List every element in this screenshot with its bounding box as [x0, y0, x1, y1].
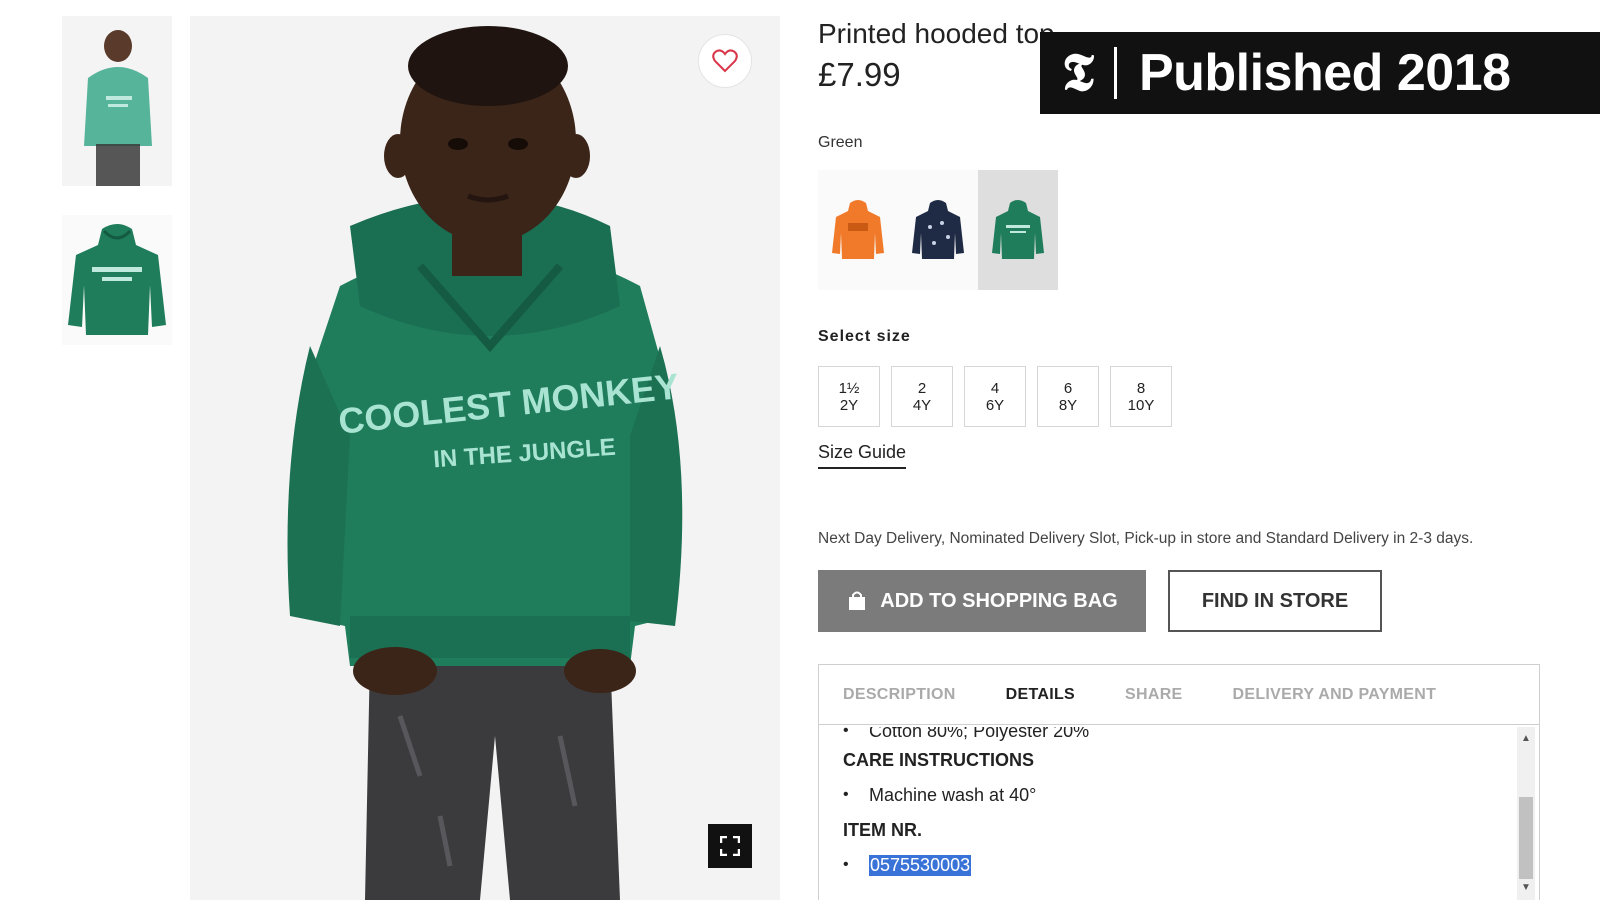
badge-divider	[1113, 47, 1117, 99]
child-model-illustration: COOLEST MONKEY IN THE JUNGLE	[190, 16, 780, 900]
bullet-icon: •	[843, 727, 849, 739]
list-item: • Cotton 80%; Polyester 20%	[843, 727, 1509, 743]
item-number-text[interactable]: 0575530003	[869, 854, 972, 876]
find-in-store-button[interactable]: FIND IN STORE	[1168, 570, 1382, 632]
add-to-bag-label: ADD TO SHOPPING BAG	[880, 589, 1118, 612]
scroll-down-arrow-icon[interactable]: ▼	[1517, 880, 1535, 894]
scrollbar-thumb[interactable]	[1519, 797, 1533, 879]
size-option[interactable]: 6 8Y	[1037, 366, 1099, 427]
details-panel: DESCRIPTION DETAILS SHARE DELIVERY AND P…	[818, 664, 1540, 900]
thumbnail-model-image	[62, 16, 172, 186]
product-title: Printed hooded top	[818, 18, 1055, 49]
color-label: Green	[818, 134, 863, 151]
details-tabs: DESCRIPTION DETAILS SHARE DELIVERY AND P…	[819, 665, 1539, 725]
favorite-button[interactable]	[698, 34, 752, 88]
tab-details[interactable]: DETAILS	[1006, 686, 1075, 704]
details-scrollbar[interactable]: ▲ ▼	[1517, 727, 1535, 900]
size-options: 1½ 2Y 2 4Y 4 6Y 6 8Y 8 10Y	[818, 366, 1172, 427]
published-text: Published 2018	[1138, 44, 1511, 102]
tab-delivery-payment[interactable]: DELIVERY AND PAYMENT	[1233, 686, 1437, 704]
swatch-orange[interactable]	[818, 170, 898, 290]
add-to-bag-button[interactable]: ADD TO SHOPPING BAG	[818, 570, 1146, 632]
product-price: £7.99	[818, 56, 901, 93]
swatch-green[interactable]	[978, 170, 1058, 290]
list-item: • Machine wash at 40°	[843, 777, 1509, 813]
thumbnail-hoodie-image	[62, 215, 172, 345]
fullscreen-button[interactable]	[708, 824, 752, 868]
care-instructions-heading: CARE INSTRUCTIONS	[843, 750, 1035, 770]
composition-text: Cotton 80%; Polyester 20%	[869, 727, 1090, 741]
size-guide-link[interactable]: Size Guide	[818, 442, 907, 469]
bullet-icon: •	[843, 786, 849, 803]
scroll-up-arrow-icon[interactable]: ▲	[1517, 731, 1535, 745]
thumbnail-model-photo[interactable]	[62, 16, 172, 186]
details-content: • Cotton 80%; Polyester 20% CARE INSTRUC…	[843, 727, 1509, 900]
item-number-heading: ITEM NR.	[843, 820, 922, 840]
green-hoodie-icon	[992, 200, 1044, 259]
list-item: • 0575530003	[843, 847, 1509, 883]
main-product-image: COOLEST MONKEY IN THE JUNGLE	[190, 16, 780, 900]
tab-description[interactable]: DESCRIPTION	[843, 686, 956, 704]
size-option[interactable]: 4 6Y	[964, 366, 1026, 427]
navy-hoodie-icon	[912, 200, 964, 259]
orange-hoodie-icon	[832, 200, 884, 259]
published-badge: 𝕿 Published 2018	[1040, 32, 1600, 114]
swatch-navy[interactable]	[898, 170, 978, 290]
select-size-label: Select size	[818, 328, 911, 345]
expand-icon	[720, 836, 740, 856]
size-option[interactable]: 2 4Y	[891, 366, 953, 427]
tab-share[interactable]: SHARE	[1125, 686, 1183, 704]
delivery-note: Next Day Delivery, Nominated Delivery Sl…	[818, 530, 1474, 547]
size-option[interactable]: 1½ 2Y	[818, 366, 880, 427]
heart-icon	[712, 49, 738, 73]
bullet-icon: •	[843, 856, 849, 873]
color-swatches	[818, 170, 1058, 290]
care-item-text: Machine wash at 40°	[869, 784, 1037, 805]
thumbnail-product-photo[interactable]	[62, 215, 172, 345]
shopping-bag-icon	[849, 591, 866, 610]
size-option[interactable]: 8 10Y	[1110, 366, 1172, 427]
nyt-logo-icon: 𝕿	[1062, 42, 1094, 103]
